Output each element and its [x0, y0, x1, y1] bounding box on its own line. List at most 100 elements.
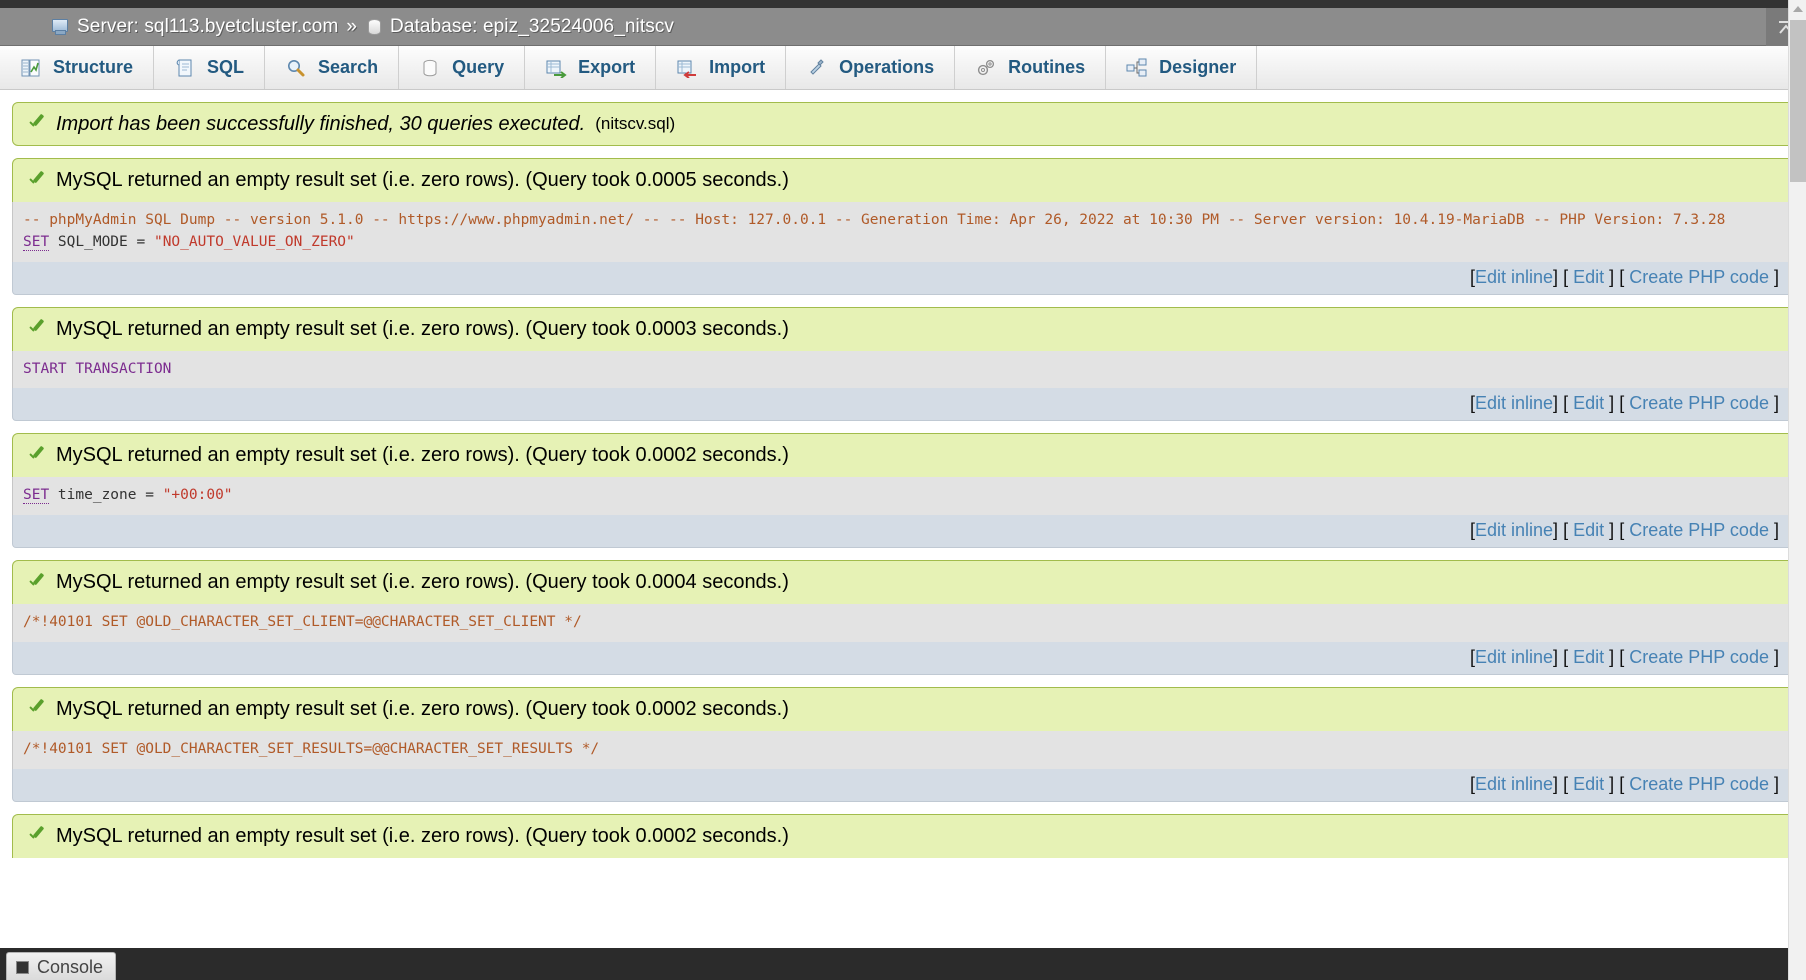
edit-inline-link[interactable]: Edit inline	[1475, 393, 1553, 413]
tab-import[interactable]: Import	[656, 46, 787, 89]
sql-identifier: time_zone =	[49, 487, 163, 504]
tab-operations[interactable]: Operations	[786, 46, 956, 89]
edit-inline-link[interactable]: Edit inline	[1475, 647, 1553, 667]
bracket-open: [	[1619, 773, 1625, 794]
breadcrumb-server-label[interactable]: Server: sql113.byetcluster.com	[77, 16, 338, 38]
caret-up-icon	[1792, 6, 1803, 12]
bracket-open: [	[1563, 773, 1569, 794]
console-bar[interactable]: Console	[0, 948, 1806, 980]
edit-link[interactable]: Edit	[1573, 774, 1604, 794]
tab-sql-label: SQL	[207, 57, 245, 77]
edit-link[interactable]: Edit	[1573, 520, 1604, 540]
breadcrumb-database-label[interactable]: Database: epiz_32524006_nitscv	[390, 16, 674, 38]
bracket-open: [	[1619, 646, 1625, 667]
tab-export-label: Export	[578, 57, 636, 77]
designer-icon	[1126, 58, 1147, 76]
tab-sql[interactable]: SQL	[154, 46, 266, 89]
tab-structure-label: Structure	[53, 57, 134, 77]
result-actions: [Edit inline] [ Edit ] [ Create PHP code…	[12, 768, 1794, 802]
sql-comment: /*!40101 SET @OLD_CHARACTER_SET_RESULTS=…	[23, 740, 600, 757]
sql-code-block[interactable]: -- phpMyAdmin SQL Dump -- version 5.1.0 …	[12, 202, 1794, 262]
bracket-open: [	[1563, 520, 1569, 540]
create-php-code-link[interactable]: Create PHP code	[1629, 774, 1769, 794]
sql-code-block[interactable]: START TRANSACTION	[12, 350, 1794, 389]
import-notice-message: Import has been successfully finished, 3…	[56, 112, 586, 135]
bracket-close: ]	[1553, 393, 1559, 414]
sql-keyword: SET	[23, 487, 50, 505]
tab-import-label: Import	[709, 57, 766, 77]
bracket-close: ]	[1609, 266, 1615, 287]
edit-link[interactable]: Edit	[1573, 647, 1604, 667]
bracket-close: ]	[1553, 520, 1559, 540]
result-actions: [Edit inline] [ Edit ] [ Create PHP code…	[12, 388, 1794, 422]
edit-link[interactable]: Edit	[1573, 393, 1604, 413]
tab-operations-label: Operations	[839, 57, 935, 77]
result-message-box: MySQL returned an empty result set (i.e.…	[12, 306, 1794, 351]
sql-keyword: SET	[23, 233, 50, 251]
console-toggle-button[interactable]: Console	[6, 951, 117, 980]
operations-icon	[810, 58, 824, 75]
routines-icon	[978, 59, 995, 75]
result-message-box: MySQL returned an empty result set (i.e.…	[12, 560, 1794, 604]
server-icon	[52, 19, 69, 35]
tab-search-label: Search	[318, 57, 379, 77]
success-check-icon	[27, 574, 46, 592]
tab-export[interactable]: Export	[525, 46, 657, 89]
edit-inline-link[interactable]: Edit inline	[1475, 774, 1553, 794]
main-tabbar: Structure SQL Search Query Export Import…	[0, 46, 1806, 90]
result-panel: MySQL returned an empty result set (i.e.…	[12, 433, 1794, 548]
edit-inline-link[interactable]: Edit inline	[1475, 267, 1553, 287]
query-icon	[423, 59, 437, 76]
sql-comment: /*!40101 SET @OLD_CHARACTER_SET_CLIENT=@…	[23, 614, 582, 630]
bracket-close: ]	[1553, 646, 1559, 667]
create-php-code-link[interactable]: Create PHP code	[1629, 267, 1769, 287]
bracket-close: ]	[1553, 773, 1559, 794]
bracket-open: [	[1563, 393, 1569, 414]
breadcrumb-separator: »	[346, 15, 358, 37]
result-message: MySQL returned an empty result set (i.e.…	[56, 824, 789, 847]
sql-identifier: SQL_MODE =	[49, 233, 154, 250]
bracket-close: ]	[1609, 520, 1615, 540]
tab-query[interactable]: Query	[399, 46, 526, 89]
sql-value: "+00:00"	[162, 487, 233, 504]
import-icon	[677, 60, 697, 78]
tab-routines-label: Routines	[1008, 57, 1086, 77]
create-php-code-link[interactable]: Create PHP code	[1629, 647, 1769, 667]
sql-code-block[interactable]: SET time_zone = "+00:00"	[12, 477, 1794, 515]
result-message: MySQL returned an empty result set (i.e.…	[56, 317, 789, 340]
top-strip	[0, 0, 1806, 8]
results-area: Import has been successfully finished, 3…	[0, 102, 1806, 858]
bracket-close: ]	[1773, 393, 1779, 414]
database-icon	[368, 18, 382, 35]
page-scrollbar[interactable]	[1788, 0, 1806, 980]
bracket-open: [	[1563, 266, 1569, 287]
sql-value: "NO_AUTO_VALUE_ON_ZERO"	[153, 233, 355, 250]
bracket-open: [	[1619, 393, 1625, 414]
tab-designer-label: Designer	[1159, 57, 1237, 77]
result-panel: MySQL returned an empty result set (i.e.…	[12, 158, 1794, 295]
success-check-icon	[27, 700, 46, 718]
tab-designer[interactable]: Designer	[1106, 46, 1258, 89]
import-notice-panel: Import has been successfully finished, 3…	[12, 102, 1794, 146]
tab-search[interactable]: Search	[265, 46, 400, 89]
tab-structure[interactable]: Structure	[0, 46, 155, 89]
edit-link[interactable]: Edit	[1573, 267, 1604, 287]
tab-routines[interactable]: Routines	[955, 46, 1107, 89]
result-message-box: MySQL returned an empty result set (i.e.…	[12, 686, 1794, 731]
bracket-open: [	[1619, 520, 1625, 540]
create-php-code-link[interactable]: Create PHP code	[1629, 520, 1769, 540]
create-php-code-link[interactable]: Create PHP code	[1629, 393, 1769, 413]
result-actions: [Edit inline] [ Edit ] [ Create PHP code…	[12, 515, 1794, 548]
sql-code-block[interactable]: /*!40101 SET @OLD_CHARACTER_SET_RESULTS=…	[12, 730, 1794, 769]
scroll-up-button[interactable]	[1789, 0, 1806, 18]
breadcrumb: Server: sql113.byetcluster.com » Databas…	[0, 8, 1806, 46]
edit-inline-link[interactable]: Edit inline	[1475, 520, 1553, 540]
sql-comment: -- phpMyAdmin SQL Dump -- version 5.1.0 …	[23, 212, 1726, 228]
search-icon	[288, 59, 305, 76]
result-message: MySQL returned an empty result set (i.e.…	[56, 571, 789, 593]
result-message: MySQL returned an empty result set (i.e.…	[56, 697, 789, 720]
sql-code-block[interactable]: /*!40101 SET @OLD_CHARACTER_SET_CLIENT=@…	[12, 604, 1794, 642]
sql-keyword: START TRANSACTION	[23, 360, 172, 377]
result-panel: MySQL returned an empty result set (i.e.…	[12, 813, 1794, 858]
scrollbar-thumb[interactable]	[1790, 20, 1806, 182]
